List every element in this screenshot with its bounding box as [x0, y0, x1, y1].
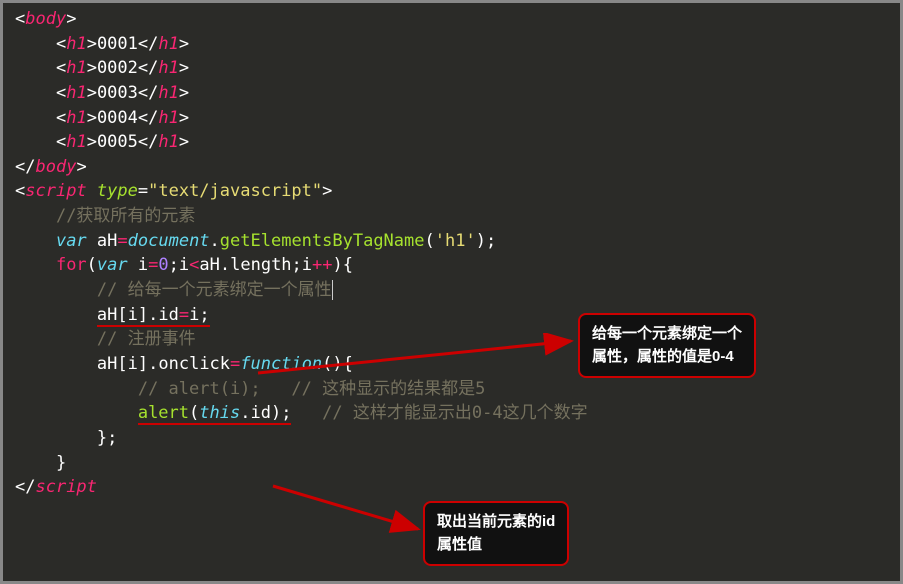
- code-line[interactable]: };: [5, 426, 898, 451]
- code-line[interactable]: <h1>0002</h1>: [5, 56, 898, 81]
- code-line[interactable]: <h1>0005</h1>: [5, 130, 898, 155]
- code-line[interactable]: var aH=document.getElementsByTagName('h1…: [5, 229, 898, 254]
- code-line[interactable]: }: [5, 451, 898, 476]
- code-line[interactable]: <body>: [5, 7, 898, 32]
- code-line[interactable]: </body>: [5, 155, 898, 180]
- callout-text: 取出当前元素的id: [437, 511, 555, 534]
- code-line[interactable]: //获取所有的元素: [5, 204, 898, 229]
- code-line[interactable]: <script type="text/javascript">: [5, 179, 898, 204]
- code-line[interactable]: <h1>0004</h1>: [5, 106, 898, 131]
- code-line[interactable]: // 注册事件: [5, 327, 898, 352]
- code-line[interactable]: <h1>0003</h1>: [5, 81, 898, 106]
- annotation-callout: 取出当前元素的id 属性值: [423, 501, 569, 566]
- code-line[interactable]: alert(this.id); // 这样才能显示出0-4这几个数字: [5, 401, 898, 426]
- callout-text: 给每一个元素绑定一个: [592, 323, 742, 346]
- code-line[interactable]: </script: [5, 475, 898, 500]
- callout-text: 属性值: [437, 534, 555, 557]
- code-line[interactable]: // 给每一个元素绑定一个属性: [5, 278, 898, 303]
- annotation-callout: 给每一个元素绑定一个 属性，属性的值是0-4: [578, 313, 756, 378]
- callout-text: 属性，属性的值是0-4: [592, 346, 742, 369]
- code-line[interactable]: // alert(i); // 这种显示的结果都是5: [5, 377, 898, 402]
- code-line[interactable]: <h1>0001</h1>: [5, 32, 898, 57]
- code-line[interactable]: aH[i].id=i;: [5, 303, 898, 328]
- code-line[interactable]: aH[i].onclick=function(){: [5, 352, 898, 377]
- code-line[interactable]: for(var i=0;i<aH.length;i++){: [5, 253, 898, 278]
